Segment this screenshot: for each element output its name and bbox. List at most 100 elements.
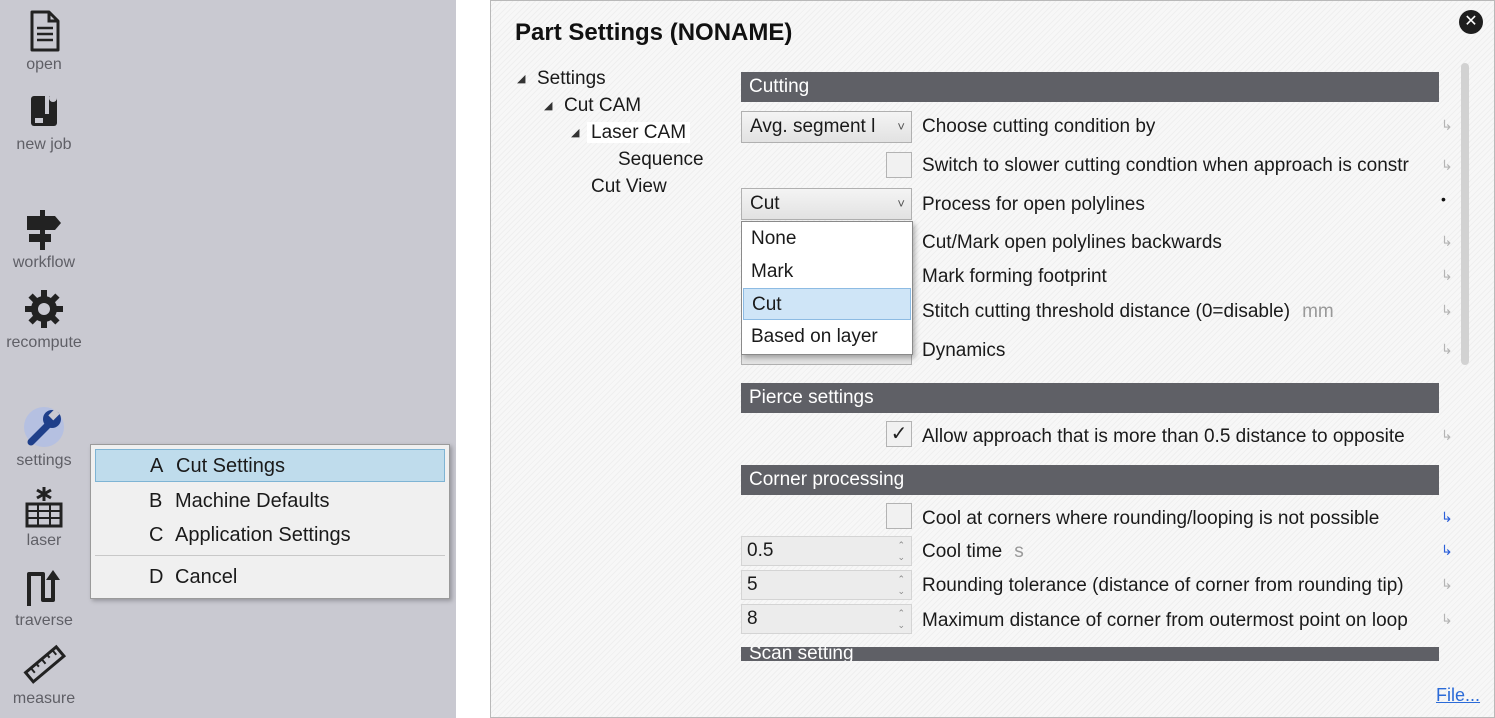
menu-key: C: [149, 524, 164, 546]
select-value: Cut: [750, 193, 780, 214]
signpost-icon: [27, 210, 61, 250]
section-corner: Corner processing: [741, 465, 1439, 495]
reset-icon[interactable]: ↳: [1441, 267, 1453, 284]
tree-label-selected: Laser CAM: [587, 122, 691, 143]
menu-label: Application Settings: [175, 524, 351, 546]
cool-time-row: Cool time s: [922, 541, 1024, 563]
open-polylines-select[interactable]: Cut ˅: [741, 188, 912, 220]
settings-label: settings: [16, 452, 72, 469]
approach-checkbox[interactable]: ✓: [886, 421, 912, 447]
dialog-title: Part Settings (NONAME): [515, 19, 793, 46]
row-label: Dynamics: [922, 340, 1006, 361]
reset-icon[interactable]: ↳: [1441, 427, 1453, 444]
chevron-down-icon: ˅: [897, 119, 905, 134]
cool-corners-checkbox[interactable]: [886, 503, 912, 529]
spinner-icon: ⌃ ⌄: [897, 540, 905, 562]
settings-menu: A Cut Settings B Machine Defaults C Appl…: [90, 444, 450, 599]
tree-label: Cut View: [591, 176, 667, 197]
reset-icon[interactable]: ↳: [1441, 542, 1453, 559]
rounding-tolerance-input[interactable]: 5 ⌃ ⌄: [741, 570, 912, 600]
row-label: Switch to slower cutting condtion when a…: [922, 155, 1409, 176]
slower-condition-checkbox[interactable]: [886, 152, 912, 178]
menu-separator: [95, 555, 445, 556]
row-label: Choose cutting condition by: [922, 116, 1156, 137]
tree-item-settings[interactable]: ◢ Settings: [517, 68, 606, 90]
menu-item-cut-settings[interactable]: A Cut Settings: [95, 449, 445, 482]
menu-label: Cancel: [175, 566, 238, 588]
menu-item-application-settings[interactable]: C Application Settings: [95, 519, 445, 552]
reset-icon[interactable]: ↳: [1441, 157, 1453, 174]
spinner-icon: ⌃ ⌄: [897, 574, 905, 596]
gear-icon: [25, 290, 63, 328]
reset-icon[interactable]: ↳: [1441, 302, 1453, 319]
tree-item-laser-cam[interactable]: ◢ Laser CAM: [571, 122, 691, 144]
reset-icon[interactable]: ↳: [1441, 233, 1453, 250]
tree-label: Cut CAM: [564, 95, 642, 116]
row-label: Rounding tolerance (distance of corner f…: [922, 575, 1404, 596]
tree-item-cut-cam[interactable]: ◢ Cut CAM: [544, 95, 641, 117]
expand-arrow-icon: ◢: [517, 73, 526, 85]
tree-item-sequence[interactable]: Sequence: [618, 149, 704, 171]
new-job-icon: [31, 94, 57, 126]
workflow-button[interactable]: workflow: [0, 206, 88, 272]
chevron-down-icon: ˅: [897, 196, 905, 211]
traverse-icon: [27, 570, 60, 606]
file-link[interactable]: File...: [1436, 685, 1480, 706]
menu-key: B: [149, 490, 163, 512]
scrollbar[interactable]: [1461, 63, 1469, 365]
workflow-label: workflow: [12, 254, 76, 271]
section-pierce: Pierce settings: [741, 383, 1439, 413]
close-icon[interactable]: ✕: [1459, 10, 1483, 34]
input-value: 5: [747, 574, 758, 595]
menu-item-cancel[interactable]: D Cancel: [95, 561, 445, 594]
reset-icon[interactable]: ↳: [1441, 611, 1453, 628]
reset-icon[interactable]: ↳: [1441, 576, 1453, 593]
traverse-button[interactable]: traverse: [0, 564, 88, 630]
open-button[interactable]: open: [0, 8, 88, 74]
recompute-button[interactable]: recompute: [0, 286, 88, 352]
reset-icon[interactable]: ↳: [1441, 117, 1453, 134]
measure-button[interactable]: measure: [0, 642, 88, 708]
menu-label: Machine Defaults: [175, 490, 330, 512]
row-label: Cool time: [922, 541, 1003, 562]
reset-icon[interactable]: ↳: [1441, 509, 1453, 526]
row-label: Stitch cutting threshold distance (0=dis…: [922, 301, 1291, 322]
unit-label: s: [1014, 541, 1024, 562]
ruler-icon: [23, 644, 67, 684]
section-cutting: Cutting: [741, 72, 1439, 102]
expand-arrow-icon: ◢: [571, 127, 580, 139]
cutting-condition-select[interactable]: Avg. segment l ˅: [741, 111, 912, 143]
settings-button[interactable]: settings: [0, 404, 88, 470]
row-label: Maximum distance of corner from outermos…: [922, 610, 1408, 631]
menu-item-machine-defaults[interactable]: B Machine Defaults: [95, 485, 445, 518]
wrench-icon: [24, 407, 64, 447]
tree-item-cut-view[interactable]: Cut View: [591, 176, 667, 198]
menu-key: D: [149, 566, 164, 588]
laser-label: laser: [26, 532, 62, 549]
laser-button[interactable]: laser: [0, 484, 88, 550]
dropdown-option-none[interactable]: None: [743, 223, 911, 255]
row-label: Cool at corners where rounding/looping i…: [922, 508, 1380, 529]
max-distance-input[interactable]: 8 ⌃ ⌄: [741, 604, 912, 634]
select-value: Avg. segment l: [750, 116, 876, 137]
unit-label: mm: [1302, 301, 1334, 322]
input-value: 8: [747, 608, 758, 629]
stitch-row: Stitch cutting threshold distance (0=dis…: [922, 301, 1334, 323]
menu-label: Cut Settings: [176, 455, 285, 477]
row-label: Allow approach that is more than 0.5 dis…: [922, 426, 1405, 447]
cool-time-input[interactable]: 0.5 ⌃ ⌄: [741, 536, 912, 566]
dropdown-option-cut[interactable]: Cut: [743, 288, 911, 320]
dropdown-option-mark[interactable]: Mark: [743, 256, 911, 288]
traverse-label: traverse: [15, 612, 73, 629]
reset-icon[interactable]: ↳: [1441, 341, 1453, 358]
section-next: Scan setting: [741, 647, 1439, 661]
dropdown-option-based-on-layer[interactable]: Based on layer: [743, 321, 911, 353]
open-label: open: [26, 56, 62, 73]
row-label: Process for open polylines: [922, 194, 1145, 215]
settings-panel: Cutting Avg. segment l ˅ Choose cutting …: [741, 61, 1461, 661]
row-label: Mark forming footprint: [922, 266, 1107, 287]
laser-icon: [25, 487, 63, 528]
menu-key: A: [150, 455, 164, 477]
new-job-button[interactable]: new job: [0, 88, 88, 154]
measure-label: measure: [12, 690, 76, 707]
